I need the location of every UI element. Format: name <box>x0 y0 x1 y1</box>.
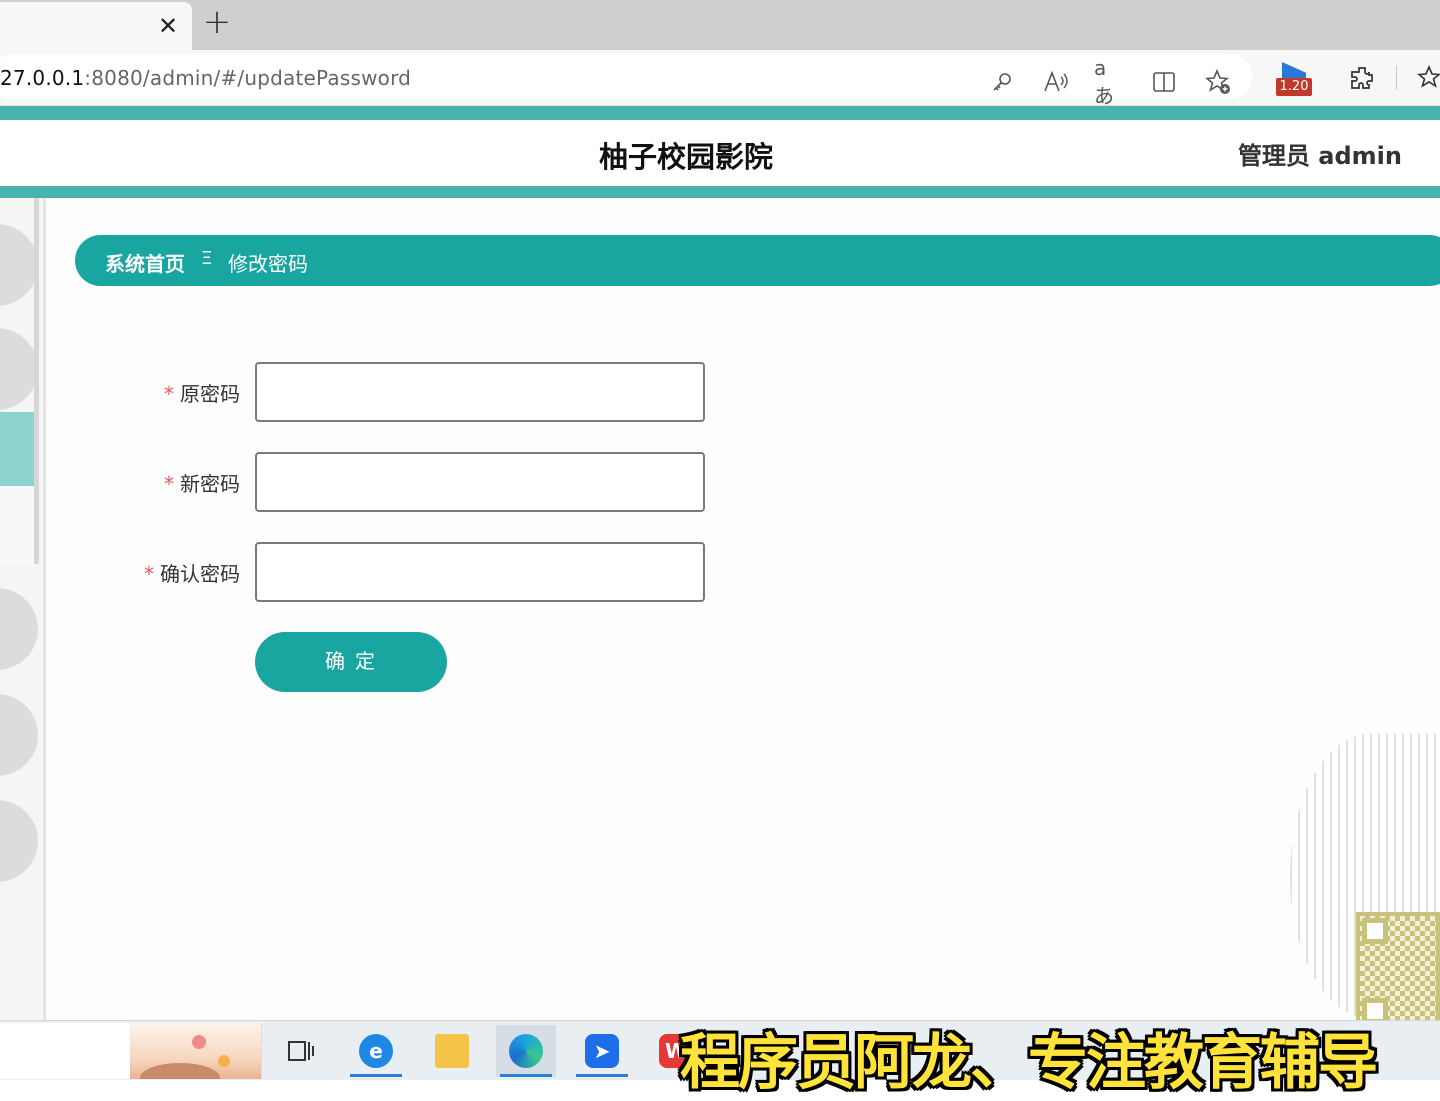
browser-tab-strip: ✕ + <box>0 0 1440 50</box>
breadcrumb-current: 修改密码 <box>228 252 308 276</box>
tab-close-icon[interactable]: ✕ <box>156 12 180 40</box>
app-running-indicator <box>576 1074 628 1077</box>
ie-glyph: e <box>359 1034 393 1068</box>
qr-eye <box>1362 918 1388 944</box>
browser-toolbar: 27.0.0.1:8080/admin/#/updatePassword aあ … <box>0 50 1440 108</box>
search-highlight-sun <box>192 1035 206 1049</box>
breadcrumb-separator-icon: Ξ <box>201 248 213 269</box>
qr-code-watermark <box>1356 912 1440 1030</box>
feishu-glyph: ➤ <box>585 1034 619 1068</box>
old-password-input[interactable] <box>255 362 705 422</box>
new-password-label: * 新密码 <box>164 468 240 497</box>
site-header: 柚子校园影院 管理员 admin <box>0 120 1440 186</box>
add-favorite-icon[interactable] <box>1202 66 1234 98</box>
new-password-row: * 新密码 <box>0 452 720 512</box>
header-accent-bottom <box>0 186 1440 198</box>
url-text[interactable]: 27.0.0.1:8080/admin/#/updatePassword <box>0 66 411 90</box>
app-running-indicator <box>500 1074 552 1077</box>
new-password-input[interactable] <box>255 452 705 512</box>
required-mark: * <box>144 562 154 586</box>
read-aloud-icon[interactable] <box>1040 66 1072 98</box>
feishu-icon[interactable]: ➤ <box>572 1025 632 1077</box>
breadcrumb: 系统首页 Ξ 修改密码 <box>75 235 1440 286</box>
translate-icon[interactable]: aあ <box>1094 56 1126 108</box>
header-accent-top <box>0 106 1440 120</box>
file-explorer-icon[interactable] <box>422 1025 482 1077</box>
sidebar-menu-item[interactable]: ⌄ <box>0 694 38 776</box>
required-mark: * <box>164 472 174 496</box>
address-bar[interactable]: 27.0.0.1:8080/admin/#/updatePassword aあ <box>0 54 1252 108</box>
search-highlight-sun <box>218 1055 230 1067</box>
confirm-password-input[interactable] <box>255 542 705 602</box>
admin-user-label[interactable]: 管理员 admin <box>1238 136 1402 171</box>
confirm-password-label-text: 确认密码 <box>160 562 240 586</box>
favorites-icon[interactable] <box>1414 62 1440 94</box>
edge-icon[interactable] <box>496 1025 556 1077</box>
sidebar-menu-item[interactable] <box>0 224 38 306</box>
folder-glyph <box>435 1034 469 1068</box>
breadcrumb-home-link[interactable]: 系统首页 <box>105 248 185 277</box>
video-caption-overlay: 程序员阿龙、专注教育辅导 <box>680 1028 1378 1098</box>
ie-icon[interactable]: e <box>346 1025 406 1077</box>
extension-badge-icon[interactable]: 1.20 <box>1276 60 1312 98</box>
old-password-label-text: 原密码 <box>180 382 240 406</box>
site-title: 柚子校园影院 <box>598 140 773 174</box>
url-path: :8080/admin/#/updatePassword <box>84 66 412 90</box>
submit-button[interactable]: 确定 <box>255 632 447 692</box>
task-view-icon[interactable] <box>270 1025 330 1077</box>
split-screen-icon[interactable] <box>1148 66 1180 98</box>
password-key-icon[interactable] <box>986 66 1018 98</box>
old-password-row: * 原密码 <box>0 362 720 422</box>
confirm-password-label: * 确认密码 <box>144 558 240 587</box>
taskbar-search-box[interactable] <box>0 1023 262 1079</box>
required-mark: * <box>164 382 174 406</box>
app-running-indicator <box>350 1074 402 1077</box>
browser-tab-active[interactable]: ✕ <box>0 2 192 50</box>
badge-value: 1.20 <box>1276 78 1312 96</box>
url-host: 27.0.0.1 <box>0 66 85 90</box>
confirm-password-row: * 确认密码 <box>0 542 720 602</box>
toolbar-separator <box>1396 66 1397 90</box>
new-tab-icon[interactable]: + <box>202 5 232 40</box>
sidebar-menu-item[interactable]: ⌄ <box>0 800 38 882</box>
edge-glyph <box>509 1034 543 1068</box>
extensions-icon[interactable] <box>1346 62 1378 94</box>
new-password-label-text: 新密码 <box>180 472 240 496</box>
sidebar: ^ ⌄ ⌄ ⌄ <box>0 198 46 1020</box>
old-password-label: * 原密码 <box>164 378 240 407</box>
web-page: 柚子校园影院 管理员 admin ^ ⌄ ⌄ ⌄ 系统首页 Ξ 修改密码 *原密… <box>0 106 1440 1030</box>
